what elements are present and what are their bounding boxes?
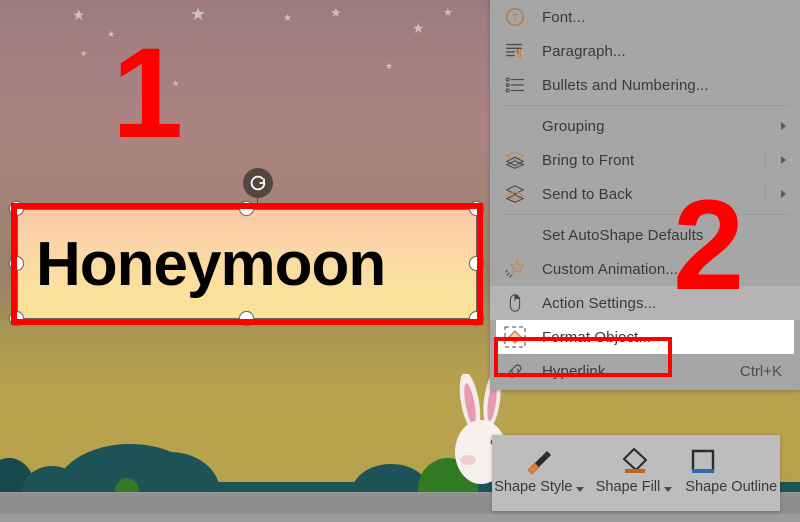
annotation-number-two: 2 — [673, 174, 745, 317]
resize-handle-top-right[interactable] — [469, 201, 484, 216]
resize-handle-bottom-center[interactable] — [239, 311, 254, 326]
star-decoration: ★ — [330, 5, 342, 20]
shape-outline-button[interactable]: Shape Outline — [681, 435, 780, 511]
menu-item-action-settings[interactable]: Action Settings... — [490, 286, 800, 320]
menu-item-paragraph[interactable]: ¶ Paragraph... — [490, 34, 800, 68]
menu-item-font[interactable]: T Font... — [490, 0, 800, 34]
bush — [418, 458, 478, 492]
menu-separator — [500, 105, 790, 106]
shape-mini-toolbar[interactable]: Shape Style Shape Fill Shape Outline — [492, 435, 780, 511]
shape-fill-button[interactable]: Shape Fill — [587, 435, 682, 511]
svg-text:T: T — [512, 13, 518, 23]
menu-item-label: Paragraph... — [542, 42, 626, 60]
menu-item-label: Font... — [542, 8, 586, 26]
star-decoration: ★ — [412, 20, 425, 36]
menu-item-send-to-back[interactable]: Send to Back — [490, 177, 800, 211]
honeymoon-textbox[interactable]: Honeymoon — [9, 201, 484, 326]
shape-context-menu[interactable]: T Font... ¶ Paragraph... Bullets and Num… — [490, 0, 800, 390]
resize-handle-bottom-right[interactable] — [469, 311, 484, 326]
menu-item-shortcut: Ctrl+K — [739, 362, 782, 380]
resize-handle-middle-right[interactable] — [469, 256, 484, 271]
chevron-down-icon[interactable] — [664, 486, 673, 492]
shape-outline-label: Shape Outline — [685, 479, 778, 495]
menu-item-grouping[interactable]: Grouping — [490, 109, 800, 143]
chevron-right-icon — [781, 156, 786, 164]
strip-shadow — [0, 514, 800, 522]
send-to-back-icon — [498, 183, 532, 205]
menu-item-label: Action Settings... — [542, 294, 657, 312]
menu-item-set-autoshape-defaults[interactable]: Set AutoShape Defaults — [490, 218, 800, 252]
resize-handle-top-left[interactable] — [9, 201, 24, 216]
menu-item-label: Grouping — [542, 117, 605, 135]
star-decoration: ★ — [190, 4, 207, 24]
svg-text:¶: ¶ — [516, 46, 522, 60]
menu-item-custom-animation[interactable]: Custom Animation... — [490, 252, 800, 286]
annotation-number-one: 1 — [112, 22, 184, 165]
menu-item-label: Custom Animation... — [542, 260, 679, 278]
menu-item-label: Format Object... — [542, 328, 652, 346]
resize-handle-bottom-left[interactable] — [9, 311, 24, 326]
custom-animation-icon — [498, 258, 532, 280]
shape-style-icon — [522, 443, 556, 479]
resize-handle-middle-left[interactable] — [9, 256, 24, 271]
star-decoration: ★ — [283, 13, 292, 24]
hyperlink-icon — [498, 360, 532, 382]
menu-item-label: Set AutoShape Defaults — [542, 226, 704, 244]
chevron-down-icon[interactable] — [576, 486, 585, 492]
menu-item-format-object[interactable]: Format Object... — [496, 320, 794, 354]
menu-item-label: Hyperlink... — [542, 362, 619, 380]
resize-handle-top-center[interactable] — [239, 201, 254, 216]
chevron-right-icon — [781, 190, 786, 198]
textbox-body[interactable]: Honeymoon — [17, 209, 477, 319]
action-settings-icon — [498, 292, 532, 314]
shape-style-label: Shape Style — [494, 479, 573, 495]
menu-item-label: Bring to Front — [542, 151, 635, 169]
powerpoint-slide-editor: ★ ★ ★ ★ ★ ★ ★ ★ ★ ★ ★ Honeymoon 1 T Font… — [0, 0, 800, 522]
shape-fill-label: Shape Fill — [595, 479, 661, 495]
menu-item-label: Send to Back — [542, 185, 633, 203]
star-decoration: ★ — [443, 7, 453, 19]
paragraph-icon: ¶ — [498, 40, 532, 62]
star-decoration: ★ — [385, 61, 394, 71]
menu-separator — [500, 214, 790, 215]
menu-divider — [765, 150, 766, 170]
tool-label-wrap: Shape Fill — [595, 479, 673, 495]
star-decoration: ★ — [72, 7, 86, 24]
font-icon: T — [498, 6, 532, 28]
menu-item-bring-to-front[interactable]: Bring to Front — [490, 143, 800, 177]
bullets-numbering-icon — [498, 74, 532, 96]
star-decoration: ★ — [80, 49, 88, 58]
shape-outline-icon — [685, 443, 721, 479]
shape-style-button[interactable]: Shape Style — [492, 435, 587, 511]
shape-fill-icon — [616, 443, 652, 479]
tool-label-wrap: Shape Style — [494, 479, 585, 495]
menu-item-hyperlink[interactable]: Hyperlink... Ctrl+K — [490, 354, 800, 388]
chevron-right-icon — [781, 122, 786, 130]
menu-divider — [765, 184, 766, 204]
bring-to-front-icon — [498, 149, 532, 171]
format-object-icon — [498, 325, 532, 349]
menu-item-label: Bullets and Numbering... — [542, 76, 709, 94]
rotate-icon[interactable] — [243, 168, 273, 198]
textbox-text: Honeymoon — [36, 229, 386, 299]
tool-label-wrap: Shape Outline — [685, 479, 777, 495]
menu-item-bullets-and-numbering[interactable]: Bullets and Numbering... — [490, 68, 800, 102]
